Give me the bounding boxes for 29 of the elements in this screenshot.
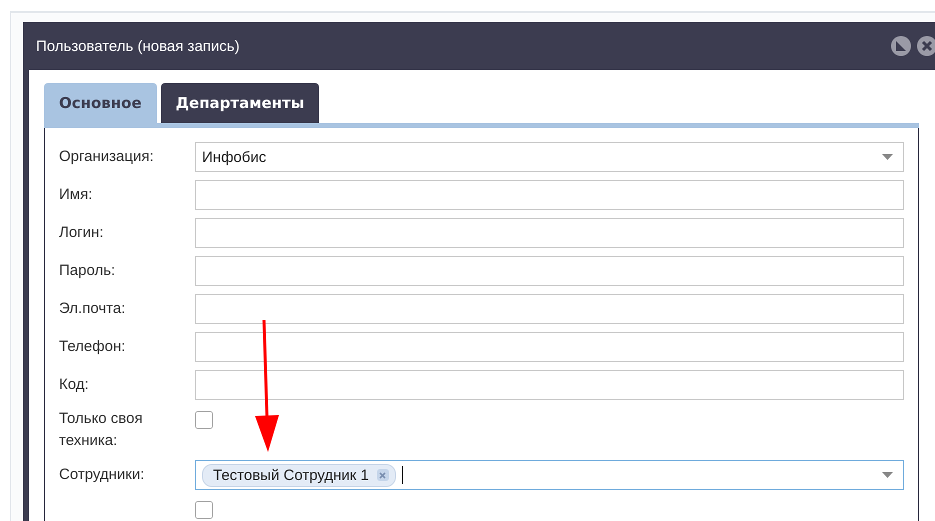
input-field[interactable] <box>195 218 904 248</box>
input-field[interactable] <box>195 294 904 324</box>
multiselect-field[interactable]: Тестовый Сотрудник 1 <box>195 460 904 490</box>
field-label: Телефон: <box>59 337 126 357</box>
field-label: Имя: <box>59 185 94 205</box>
field-label: Организация: <box>59 147 155 167</box>
field-label: Только своя техника: <box>59 409 144 451</box>
tab[interactable]: Департаменты <box>160 83 320 123</box>
checkbox[interactable] <box>195 501 213 519</box>
dropdown-caret-icon[interactable] <box>882 154 893 160</box>
input-field[interactable] <box>195 332 904 362</box>
dialog-title: Пользователь (новая запись) <box>36 38 240 54</box>
select-field[interactable]: Инфобис <box>195 142 904 172</box>
input-field[interactable] <box>195 256 904 286</box>
tab[interactable]: Основное <box>44 83 157 123</box>
field-label: Код: <box>59 375 90 395</box>
minimize-icon[interactable] <box>891 36 911 56</box>
input-field[interactable] <box>195 180 904 210</box>
field-label: Сотрудники: <box>59 465 146 485</box>
selected-tag: Тестовый Сотрудник 1 <box>202 464 396 486</box>
checkbox[interactable] <box>195 411 213 429</box>
input-field[interactable] <box>195 370 904 400</box>
remove-icon[interactable] <box>376 469 389 481</box>
text-cursor <box>402 466 403 484</box>
field-label: Логин: <box>59 223 104 243</box>
field-label: Эл.почта: <box>59 299 126 319</box>
close-icon[interactable] <box>917 36 935 56</box>
dropdown-caret-icon[interactable] <box>882 472 893 478</box>
field-label: Пароль: <box>59 261 116 281</box>
